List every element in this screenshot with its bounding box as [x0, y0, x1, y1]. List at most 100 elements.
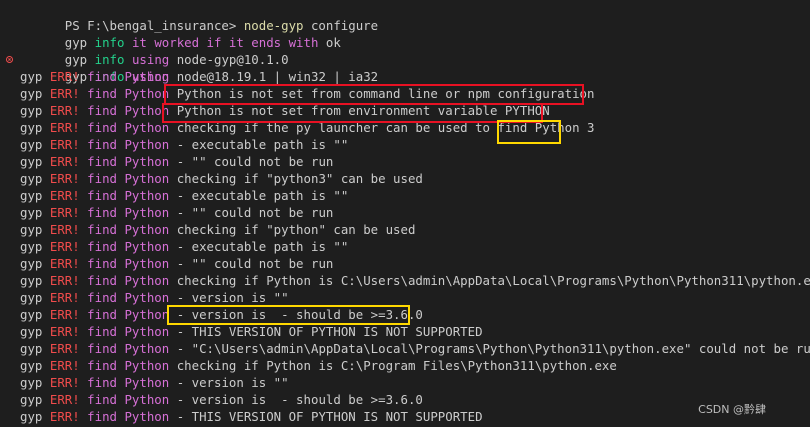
error-message: checking if Python is C:\Users\admin\App… [176, 273, 810, 288]
find-python-label: find Python [87, 120, 170, 135]
gyp-prefix: gyp [20, 188, 43, 203]
err-label: ERR! [49, 120, 80, 135]
error-message: - executable path is "" [176, 137, 349, 152]
error-message: - THIS VERSION OF PYTHON IS NOT SUPPORTE… [176, 324, 483, 339]
error-message: Python is not set from command line or n… [176, 86, 595, 101]
gyp-prefix: gyp [20, 69, 43, 84]
find-python-label: find Python [87, 103, 170, 118]
error-line: gyp ERR! find Python - version is "" [0, 374, 810, 391]
find-python-label: find Python [87, 137, 170, 152]
gyp-prefix: gyp [20, 86, 43, 101]
find-python-label: find Python [87, 409, 170, 424]
err-label: ERR! [49, 137, 80, 152]
gyp-prefix: gyp [20, 205, 43, 220]
find-python-label: find Python [87, 341, 170, 356]
error-line: gyp ERR! find Python - executable path i… [0, 187, 810, 204]
gyp-prefix: gyp [20, 120, 43, 135]
gyp-prefix: gyp [20, 290, 43, 305]
error-message: - "C:\Users\admin\AppData\Local\Programs… [176, 341, 810, 356]
error-line: gyp ERR! find Python - executable path i… [0, 136, 810, 153]
find-python-label: find Python [87, 273, 170, 288]
err-label: ERR! [49, 171, 80, 186]
err-label: ERR! [49, 375, 80, 390]
info-line: gyp info using node-gyp@10.1.0 [0, 34, 810, 67]
find-python-label: find Python [87, 222, 170, 237]
err-label: ERR! [49, 239, 80, 254]
error-line: gyp ERR! find Python - version is - shou… [0, 306, 810, 323]
gyp-prefix: gyp [20, 273, 43, 288]
gyp-prefix: gyp [20, 392, 43, 407]
error-message: - version is - should be >=3.6.0 [176, 392, 423, 407]
error-line: gyp ERR! find Python - version is - shou… [0, 391, 810, 408]
error-message: checking if Python is C:\Program Files\P… [176, 358, 617, 373]
error-message: - version is "" [176, 375, 289, 390]
err-label: ERR! [49, 69, 80, 84]
gyp-prefix: gyp [20, 239, 43, 254]
error-line: gyp ERR! find Python Python is not set f… [0, 102, 810, 119]
error-line: gyp ERR! find Python checking if "python… [0, 221, 810, 238]
find-python-label: find Python [87, 392, 170, 407]
gyp-prefix: gyp [20, 341, 43, 356]
error-message: - "" could not be run [176, 205, 334, 220]
terminal-panel[interactable]: PS F:\bengal_insurance> node-gyp configu… [0, 0, 810, 427]
err-label: ERR! [49, 205, 80, 220]
prompt-line: PS F:\bengal_insurance> node-gyp configu… [0, 0, 810, 33]
error-line: gyp ERR! find Python checking if the py … [0, 119, 810, 136]
error-line: gyp ERR! find Python [0, 68, 810, 85]
find-python-label: find Python [87, 375, 170, 390]
err-label: ERR! [49, 103, 80, 118]
err-label: ERR! [49, 392, 80, 407]
gyp-prefix: gyp [20, 409, 43, 424]
err-label: ERR! [49, 290, 80, 305]
err-label: ERR! [49, 358, 80, 373]
error-line: gyp ERR! find Python - "" could not be r… [0, 153, 810, 170]
gyp-prefix: gyp [20, 103, 43, 118]
find-python-label: find Python [87, 358, 170, 373]
error-message: - THIS VERSION OF PYTHON IS NOT SUPPORTE… [176, 409, 483, 424]
gyp-prefix: gyp [20, 358, 43, 373]
find-python-label: find Python [87, 154, 170, 169]
err-label: ERR! [49, 307, 80, 322]
gyp-prefix: gyp [20, 154, 43, 169]
error-message: checking if "python" can be used [176, 222, 416, 237]
error-message: - executable path is "" [176, 239, 349, 254]
error-line: gyp ERR! find Python - "" could not be r… [0, 255, 810, 272]
error-line: gyp ERR! find Python checking if "python… [0, 170, 810, 187]
gyp-prefix: gyp [20, 222, 43, 237]
find-python-label: find Python [87, 239, 170, 254]
error-message: - "" could not be run [176, 256, 334, 271]
error-message: - executable path is "" [176, 188, 349, 203]
error-line: gyp ERR! find Python - executable path i… [0, 238, 810, 255]
error-message: - version is - should be >=3.6.0 [176, 307, 423, 322]
find-python-label: find Python [87, 290, 170, 305]
error-line: gyp ERR! find Python checking if Python … [0, 357, 810, 374]
error-line: gyp ERR! find Python Python is not set f… [0, 85, 810, 102]
err-label: ERR! [49, 256, 80, 271]
gyp-prefix: gyp [20, 256, 43, 271]
error-message: checking if the py launcher can be used … [176, 120, 595, 135]
find-python-label: find Python [87, 307, 170, 322]
error-message: Python is not set from environment varia… [176, 103, 550, 118]
error-line: gyp ERR! find Python - version is "" [0, 289, 810, 306]
gyp-prefix: gyp [20, 324, 43, 339]
error-line: gyp ERR! find Python - "" could not be r… [0, 204, 810, 221]
err-label: ERR! [49, 86, 80, 101]
error-line: gyp ERR! find Python - THIS VERSION OF P… [0, 408, 810, 425]
error-line: gyp ERR! find Python - "C:\Users\admin\A… [0, 340, 810, 357]
error-line: gyp ERR! find Python - THIS VERSION OF P… [0, 323, 810, 340]
watermark: CSDN @黔肆 [698, 403, 766, 416]
error-message: checking if "python3" can be used [176, 171, 423, 186]
find-python-label: find Python [87, 324, 170, 339]
err-label: ERR! [49, 324, 80, 339]
find-python-label: find Python [87, 69, 170, 84]
err-label: ERR! [49, 188, 80, 203]
err-label: ERR! [49, 154, 80, 169]
gyp-prefix: gyp [20, 171, 43, 186]
find-python-label: find Python [87, 205, 170, 220]
gyp-prefix: gyp [20, 307, 43, 322]
err-label: ERR! [49, 409, 80, 424]
info-line: gyp info it worked if it ends with ok [0, 17, 810, 63]
find-python-label: find Python [87, 86, 170, 101]
info-line: gyp info using node@18.19.1 | win32 | ia… [0, 51, 810, 84]
find-python-label: find Python [87, 171, 170, 186]
